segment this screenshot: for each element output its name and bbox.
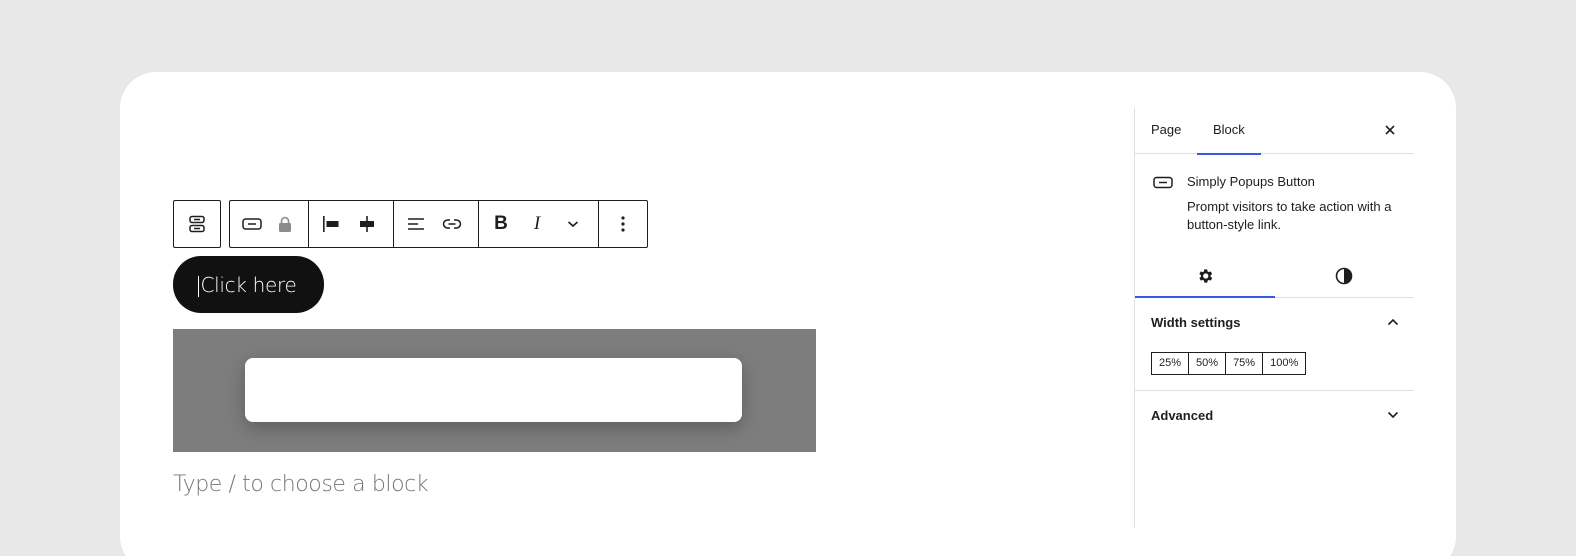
justify-center-icon [360,216,374,232]
justify-left-icon [323,216,339,232]
width-100-button[interactable]: 100% [1262,352,1307,375]
block-description: Prompt visitors to take action with a bu… [1187,199,1392,232]
more-vertical-icon [621,216,625,232]
popup-overlay-preview [173,329,816,452]
align-left-icon [408,218,424,230]
lock-icon [279,216,291,232]
gear-icon [1199,268,1213,283]
button-icon [1153,176,1173,189]
justify-center-button[interactable] [349,201,385,247]
width-75-button[interactable]: 75% [1225,352,1264,375]
link-icon [442,219,462,229]
align-text-button[interactable] [398,201,434,247]
block-placeholder[interactable]: Type / to choose a block [173,472,429,497]
bold-button[interactable]: B [483,201,519,247]
panel-divider [1135,390,1414,391]
lock-button[interactable] [270,201,300,247]
italic-button[interactable]: I [519,201,555,247]
link-button[interactable] [434,201,470,247]
block-title: Simply Popups Button [1187,174,1315,189]
tab-settings[interactable] [1135,254,1275,298]
settings-style-tabs [1135,254,1414,298]
popup-modal-preview [245,358,742,422]
justify-left-button[interactable] [313,201,349,247]
block-type-toolbar [173,200,221,248]
width-settings-toggle[interactable]: Width settings [1151,310,1399,334]
width-options: 25% 50% 75% 100% [1151,352,1307,375]
chevron-up-icon [1387,318,1399,326]
tab-page[interactable]: Page [1151,108,1181,154]
button-text[interactable]: Click here [198,273,297,297]
width-25-button[interactable]: 25% [1151,352,1190,375]
button-block-button[interactable] [234,201,270,247]
close-button[interactable] [1382,122,1398,138]
options-button[interactable] [605,201,641,247]
advanced-title: Advanced [1151,407,1214,423]
contrast-icon [1335,267,1353,284]
tab-styles[interactable] [1275,254,1415,297]
more-formats-button[interactable] [555,201,591,247]
popup-block-icon [189,215,205,233]
close-icon [1385,125,1395,135]
chevron-down-icon [567,221,579,228]
advanced-toggle[interactable]: Advanced [1151,403,1399,427]
popup-block-button[interactable] [174,201,220,247]
width-50-button[interactable]: 50% [1188,352,1227,375]
italic-icon: I [533,213,541,234]
text-cursor [198,275,200,297]
chevron-down-icon [1387,411,1399,419]
bold-icon: B [494,213,508,234]
sidebar-tabs: Page Block [1135,108,1414,155]
settings-sidebar: Page Block Simply Popups Button Prompt v… [1134,108,1414,528]
block-toolbar: B I [229,200,648,248]
width-settings-title: Width settings [1151,314,1241,330]
popup-trigger-button[interactable]: Click here [173,256,324,313]
button-icon [242,218,262,230]
tab-block[interactable]: Block [1197,108,1261,155]
